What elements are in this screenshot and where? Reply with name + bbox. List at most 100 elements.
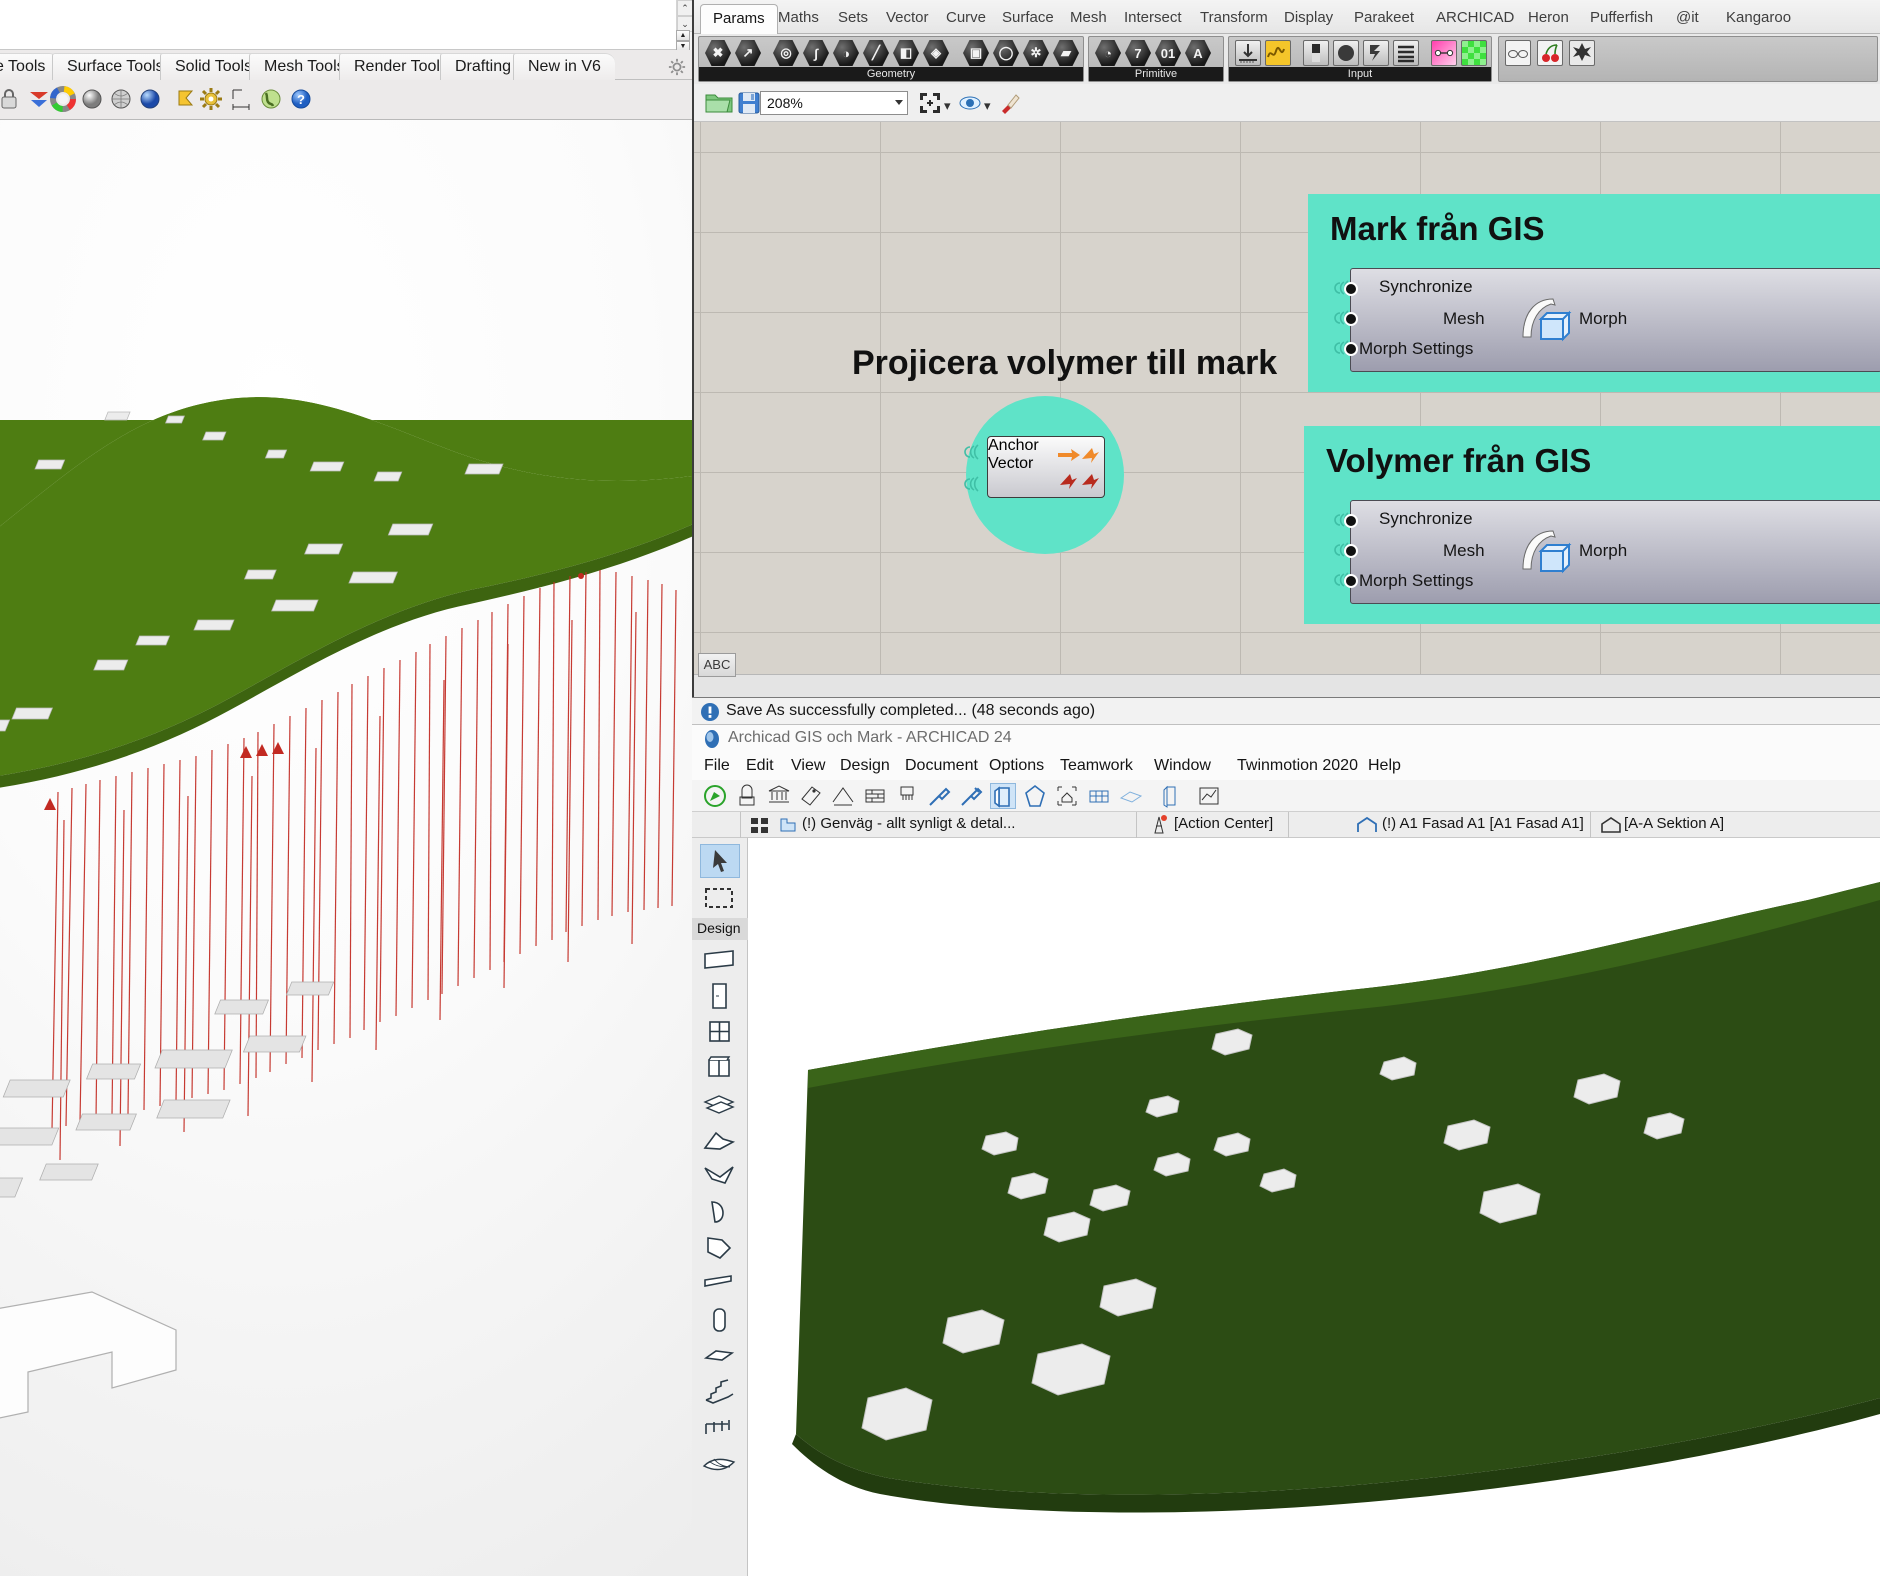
tool-slab[interactable] [700,1088,740,1122]
x-param-icon[interactable]: ✖ [705,40,731,66]
marquee-3d-icon[interactable] [734,783,760,809]
gh-tab-kangaroo[interactable]: Kangaroo [1714,4,1803,34]
toolbox-group-design[interactable]: Design [692,918,748,940]
menu-design[interactable]: Design [840,757,890,775]
chevron-down-icon[interactable] [895,100,903,105]
layer-combination-label[interactable]: (!) Genväg - allt synligt & detal... [802,815,1015,832]
gh-tab-display[interactable]: Display [1272,4,1345,34]
colour-swatch-icon[interactable] [1461,40,1487,66]
spin-up-icon[interactable]: ▲ [676,30,690,41]
slider-icon[interactable] [1235,40,1261,66]
grasshopper-canvas[interactable]: Projicera volymer till mark Anchor Vecto… [694,122,1880,674]
input-morph-settings[interactable]: Morph Settings [1359,339,1473,359]
bake-icon[interactable] [998,91,1022,115]
gh-tab-intersect[interactable]: Intersect [1112,4,1194,34]
gh-tab-curve[interactable]: Curve [934,4,998,34]
gradient-icon[interactable] [1431,40,1457,66]
gh-tab-parakeet[interactable]: Parakeet [1342,4,1426,34]
port-synchronize[interactable] [1344,282,1358,296]
component-archicad-morph-mark[interactable]: Synchronize Mesh Morph Settings Morph [1350,268,1880,372]
integer-icon[interactable]: 7 [1125,40,1151,66]
mesh-icon[interactable]: ◈ [923,40,949,66]
glasses-icon[interactable] [1505,40,1531,66]
section-icon[interactable] [1600,816,1622,834]
tool-shell[interactable] [700,1160,740,1194]
slab-icon[interactable] [1158,783,1184,809]
flag-icon[interactable] [173,86,199,112]
box-icon[interactable]: ▣ [963,40,989,66]
door-icon[interactable] [990,783,1016,809]
save-disk-icon[interactable] [736,90,762,116]
mesh-sphere-icon[interactable] [108,86,134,112]
tool-morph[interactable] [700,1232,740,1266]
gh-tab-pufferfish[interactable]: Pufferfish [1578,4,1665,34]
menu-view[interactable]: View [791,757,825,775]
menu-twinmotion[interactable]: Twinmotion 2020 [1237,757,1358,775]
boolean-icon[interactable]: ◔ [1095,40,1121,66]
section-label[interactable]: [A-A Sektion A] [1624,815,1724,832]
zoom-extents-icon[interactable] [918,91,942,115]
tool-stair[interactable] [700,1376,740,1410]
project-component[interactable]: Anchor Vector [987,436,1105,498]
tool-railing[interactable] [700,1412,740,1446]
point-icon[interactable]: ◎ [773,40,799,66]
input-mesh[interactable]: Mesh [1443,541,1485,561]
menu-options[interactable]: Options [989,757,1044,775]
abc-tab[interactable]: ABC [698,653,736,677]
line-icon[interactable]: ╱ [863,40,889,66]
eye-icon[interactable] [958,91,982,115]
rhino-tab-surface-tools[interactable]: Surface Tools [52,53,178,80]
zoom-extents-dropdown[interactable]: ▾ [944,98,951,114]
dimension-icon[interactable] [830,783,856,809]
tool-marquee[interactable] [700,882,740,916]
port-mesh[interactable] [1344,544,1358,558]
knob-icon[interactable] [1333,40,1359,66]
arrow-param-icon[interactable]: ↗ [735,40,761,66]
input-synchronize[interactable]: Synchronize [1379,509,1473,529]
button-icon[interactable] [1303,40,1329,66]
render-sphere-icon[interactable] [137,86,163,112]
port-morph-settings[interactable] [1344,574,1358,588]
layer-combination-icon[interactable] [778,815,798,835]
text-icon[interactable]: A [1185,40,1211,66]
preview-dropdown[interactable]: ▾ [984,98,991,114]
snowflake-icon[interactable]: ✲ [1023,40,1049,66]
column-icon[interactable] [766,783,792,809]
shade-sphere-icon[interactable] [79,86,105,112]
tool-mesh[interactable] [700,1448,740,1482]
input-morph-settings[interactable]: Morph Settings [1359,571,1473,591]
action-center-icon[interactable] [1148,814,1170,836]
archicad-3d-window[interactable] [748,838,1880,1576]
curve-icon[interactable]: ∫ [803,40,829,66]
input-mesh[interactable]: Mesh [1443,309,1485,329]
gh-tab-maths[interactable]: Maths [766,4,831,34]
number-icon[interactable]: 01 [1155,40,1181,66]
lock-icon[interactable] [0,86,22,112]
scroll-up-icon[interactable]: ⌃ [677,0,693,16]
tool-skylight[interactable] [700,1052,740,1086]
color-wheel-icon[interactable] [50,86,76,112]
tool-column[interactable] [700,1304,740,1338]
chart-icon[interactable] [1196,783,1222,809]
tool-window[interactable] [700,1016,740,1050]
value-list-icon[interactable] [1363,40,1389,66]
panel-icon[interactable] [1393,40,1419,66]
menu-file[interactable]: File [704,757,730,775]
grid-view-icon[interactable] [750,816,770,834]
menu-window[interactable]: Window [1154,757,1211,775]
facade-label[interactable]: (!) A1 Fasad A1 [A1 Fasad A1] [1382,815,1584,832]
elevation-icon[interactable] [1356,816,1378,834]
explode-icon[interactable] [1569,40,1595,66]
component-archicad-morph-volymer[interactable]: Synchronize Mesh Morph Settings Morph [1350,500,1880,604]
menu-teamwork[interactable]: Teamwork [1060,757,1133,775]
arrow-compass-icon[interactable] [702,783,728,809]
tool-object[interactable] [700,1340,740,1374]
output-morph[interactable]: Morph [1579,309,1627,329]
tool-wall[interactable] [700,944,740,978]
gh-tab-archicad[interactable]: ARCHICAD [1424,4,1526,34]
gh-tab-sets[interactable]: Sets [826,4,880,34]
port-synchronize[interactable] [1344,514,1358,528]
menu-help[interactable]: Help [1368,757,1401,775]
tool-curtain-wall[interactable] [700,1196,740,1230]
gh-tab-vector[interactable]: Vector [874,4,941,34]
